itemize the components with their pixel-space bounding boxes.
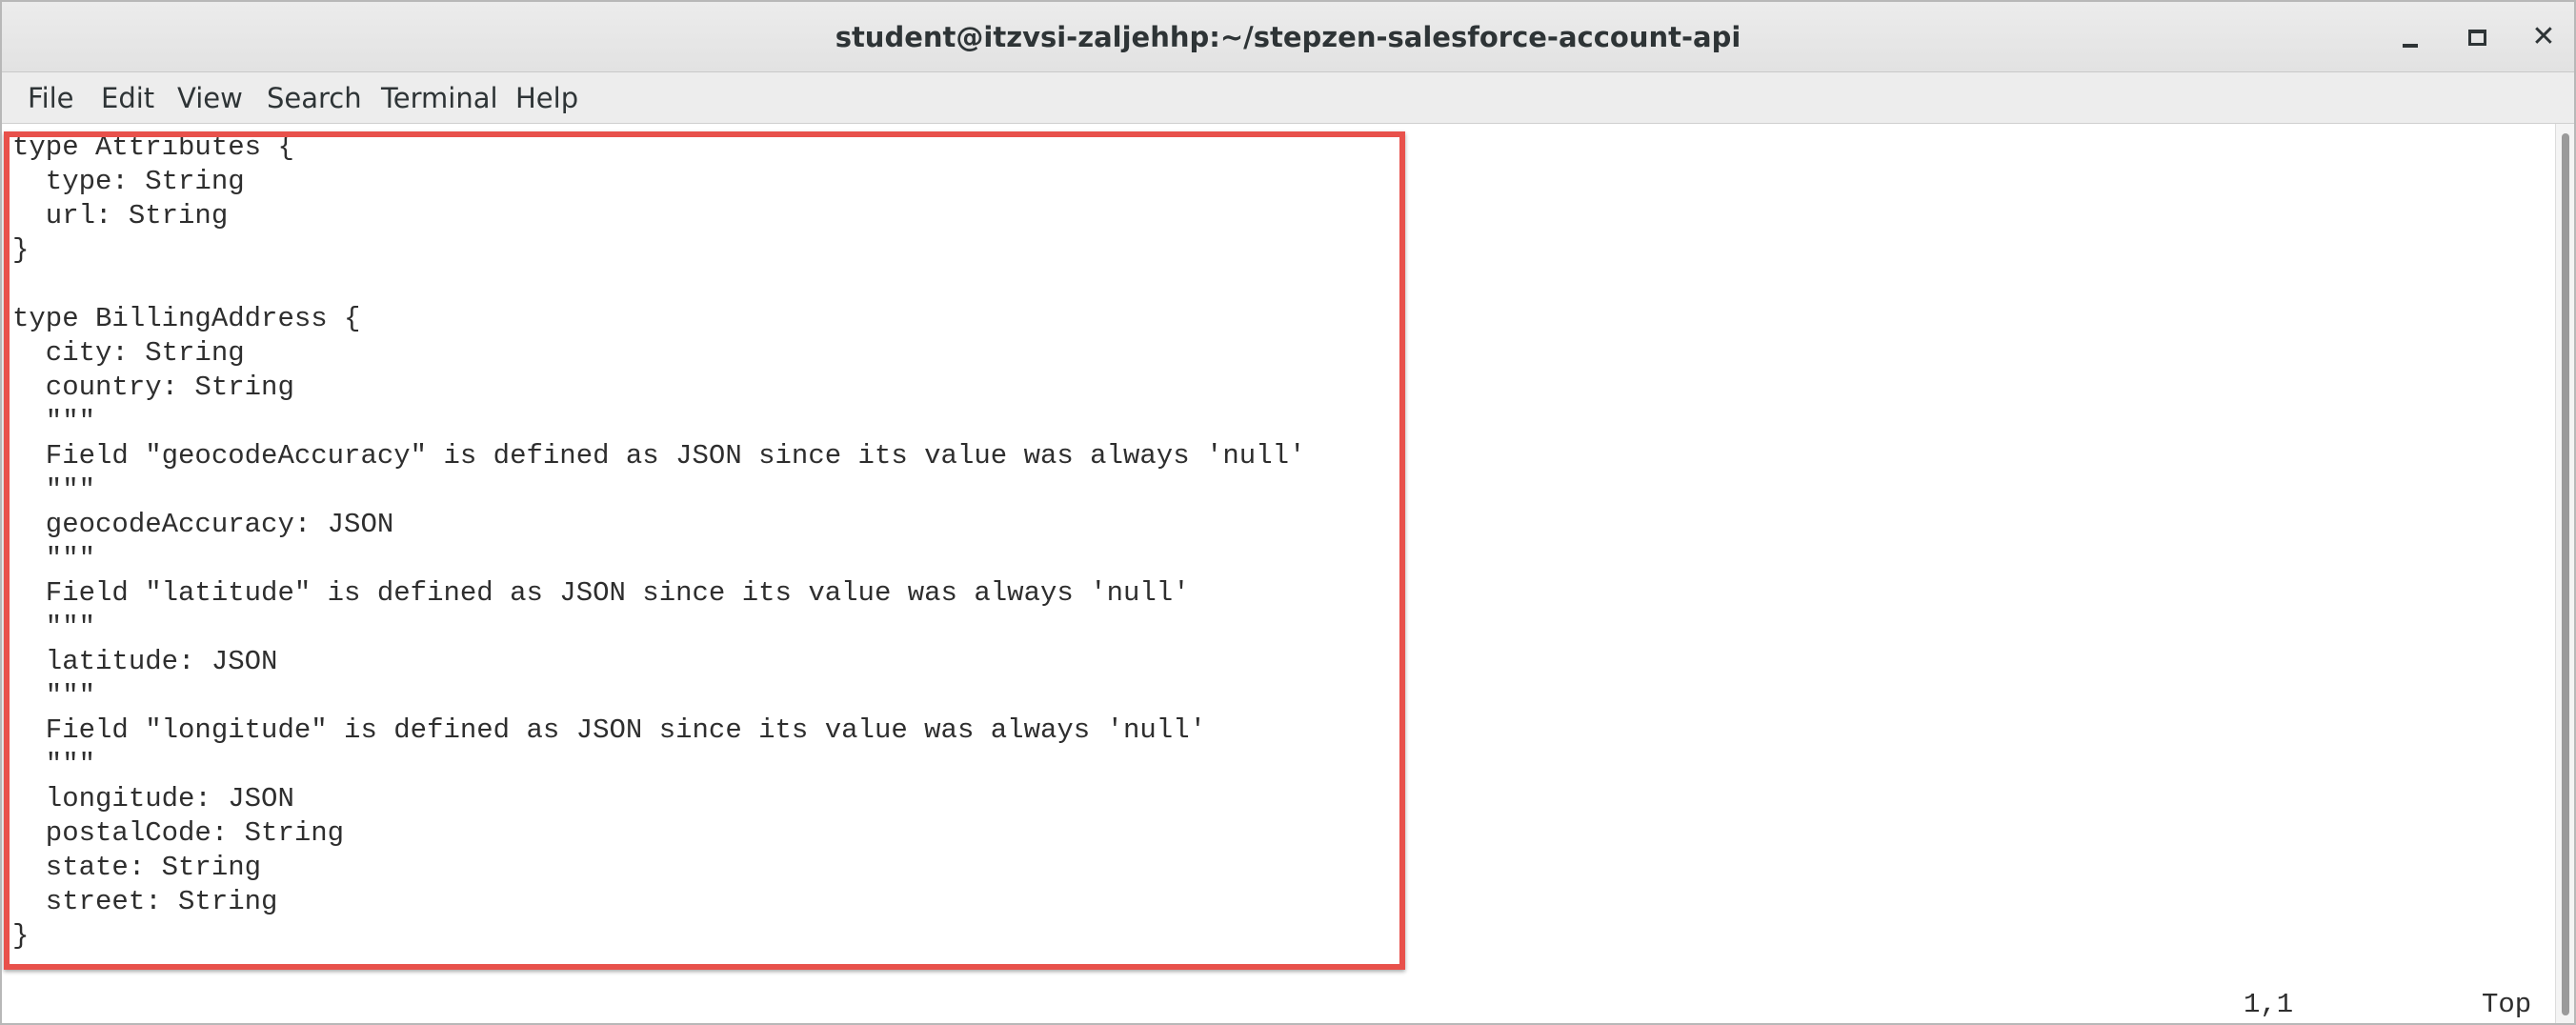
minimize-button[interactable]: [2386, 13, 2434, 61]
menu-terminal[interactable]: Terminal: [381, 72, 498, 124]
code-line: }: [12, 920, 30, 952]
code-line: """: [12, 474, 96, 506]
code-line: street: String: [12, 886, 278, 917]
menu-search[interactable]: Search: [267, 72, 362, 124]
code-line: """: [12, 749, 96, 780]
cursor-position: 1,1: [2244, 989, 2294, 1020]
maximize-icon: [2467, 30, 2486, 46]
code-line: Field "geocodeAccuracy" is defined as JS…: [12, 440, 1306, 472]
code-line: type: String: [12, 166, 245, 197]
code-line: """: [12, 406, 96, 437]
menu-view[interactable]: View: [177, 72, 243, 124]
code-text: type Attributes { type: String url: Stri…: [12, 131, 1305, 954]
title-bar[interactable]: student@itzvsi-zaljehhp:~/stepzen-salesf…: [2, 2, 2574, 72]
menu-help[interactable]: Help: [515, 72, 578, 124]
scrollbar[interactable]: [2555, 124, 2574, 1023]
code-line: }: [12, 234, 30, 266]
code-line: longitude: JSON: [12, 783, 294, 814]
menu-edit[interactable]: Edit: [101, 72, 154, 124]
code-line: latitude: JSON: [12, 646, 278, 677]
code-line: Field "latitude" is defined as JSON sinc…: [12, 577, 1190, 609]
close-icon: ✕: [2531, 20, 2556, 53]
code-line: type Attributes {: [12, 131, 294, 163]
code-line: type BillingAddress {: [12, 303, 361, 334]
menu-file[interactable]: File: [28, 72, 74, 124]
close-button[interactable]: ✕: [2520, 13, 2567, 61]
terminal-window: student@itzvsi-zaljehhp:~/stepzen-salesf…: [0, 0, 2576, 1025]
window-title: student@itzvsi-zaljehhp:~/stepzen-salesf…: [835, 21, 1741, 53]
code-line: city: String: [12, 337, 245, 369]
code-line: url: String: [12, 200, 229, 231]
code-line: state: String: [12, 852, 262, 883]
scroll-position: Top: [2482, 989, 2532, 1020]
code-line: postalCode: String: [12, 817, 345, 849]
code-line: """: [12, 680, 96, 712]
code-line: country: String: [12, 372, 294, 403]
scrollbar-thumb[interactable]: [2562, 133, 2569, 1015]
code-line: Field "longitude" is defined as JSON sin…: [12, 714, 1207, 746]
code-line: """: [12, 612, 96, 643]
minimize-icon: [2403, 43, 2418, 48]
code-line: geocodeAccuracy: JSON: [12, 509, 394, 540]
terminal-content[interactable]: type Attributes { type: String url: Stri…: [2, 124, 2555, 1023]
code-line: """: [12, 543, 96, 574]
maximize-button[interactable]: [2453, 13, 2501, 61]
menu-bar: File Edit View Search Terminal Help: [2, 72, 2574, 124]
